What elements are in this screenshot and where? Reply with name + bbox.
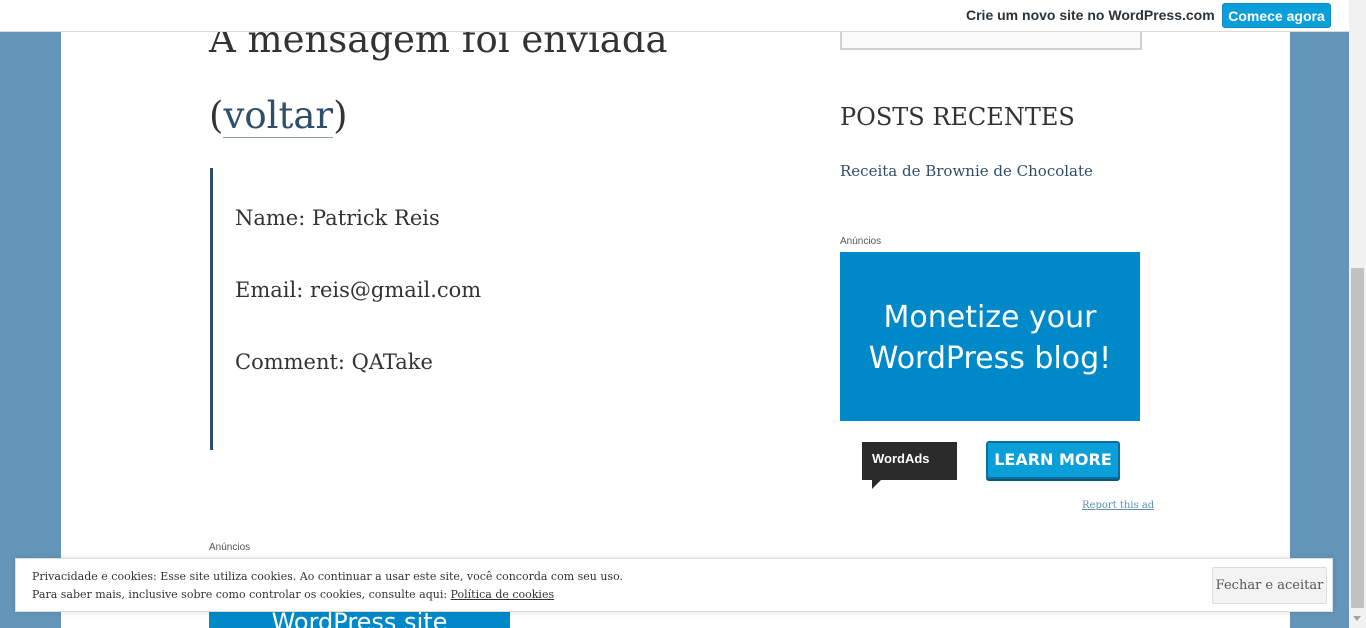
recent-post-link[interactable]: Receita de Brownie de Chocolate xyxy=(840,162,1093,180)
scrollbar-thumb[interactable] xyxy=(1351,268,1364,608)
start-now-button[interactable]: Comece agora xyxy=(1222,3,1331,28)
cookie-line-2-text: Para saber mais, inclusive sobre como co… xyxy=(32,588,451,601)
main-ads-label: Anúncios xyxy=(209,542,251,553)
submission-comment: Comment: QATake xyxy=(235,350,433,374)
learn-more-button[interactable]: LEARN MORE xyxy=(986,441,1120,479)
sidebar-ad-banner[interactable]: Monetize your WordPress blog! xyxy=(840,252,1140,421)
wordads-logo: WordAds xyxy=(862,442,957,480)
close-accept-button[interactable]: Fechar e aceitar xyxy=(1212,567,1327,604)
cookie-line-1: Privacidade e cookies: Esse site utiliza… xyxy=(32,570,624,583)
submission-quote: Name: Patrick Reis Email: reis@gmail.com… xyxy=(210,168,663,450)
back-link[interactable]: voltar xyxy=(223,94,334,138)
promo-text: Crie um novo site no WordPress.com xyxy=(966,7,1215,23)
back-open-paren: ( xyxy=(209,94,224,137)
cookie-banner: Privacidade e cookies: Esse site utiliza… xyxy=(15,558,1333,612)
scroll-down-icon[interactable] xyxy=(1353,616,1361,621)
recent-posts-title: POSTS RECENTES xyxy=(840,103,1075,131)
wordpress-promo-bar: Crie um novo site no WordPress.com Comec… xyxy=(0,0,1349,32)
back-close-paren: ) xyxy=(333,94,348,137)
ad-line-2: WordPress blog! xyxy=(868,341,1112,376)
cookie-policy-link[interactable]: Política de cookies xyxy=(451,588,555,601)
submission-email: Email: reis@gmail.com xyxy=(235,278,482,302)
cookie-text: Privacidade e cookies: Esse site utiliza… xyxy=(32,568,623,604)
back-line: (voltar) xyxy=(209,92,348,140)
report-ad-link[interactable]: Report this ad xyxy=(1082,500,1154,511)
ad-line-1: Monetize your xyxy=(883,300,1097,335)
wordads-logo-tail xyxy=(872,480,881,489)
submission-name: Name: Patrick Reis xyxy=(235,206,440,230)
cookie-line-2: Para saber mais, inclusive sobre como co… xyxy=(32,586,623,604)
sidebar-ads-label: Anúncios xyxy=(840,236,882,247)
